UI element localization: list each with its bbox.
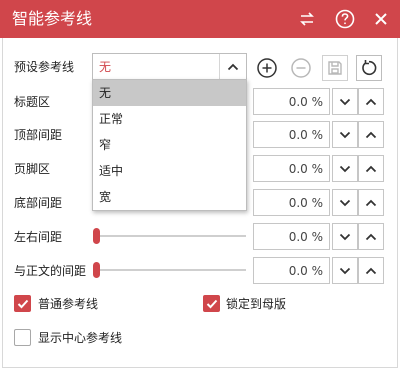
side-spacing-value: 0.0 % (288, 230, 323, 244)
reset-icon (362, 60, 377, 76)
chevron-up-icon (365, 98, 377, 105)
save-button[interactable] (322, 55, 348, 81)
body-spacing-increase-button[interactable] (358, 257, 384, 284)
normal-guides-checkbox[interactable] (14, 295, 31, 312)
normal-guides-label: 普通参考线 (38, 297, 99, 311)
row-label-title-area: 标题区 (14, 95, 51, 109)
bottom-spacing-increase-button[interactable] (358, 189, 384, 216)
remove-button[interactable] (288, 55, 314, 81)
save-icon (328, 61, 342, 75)
body-spacing-value: 0.0 % (288, 264, 323, 278)
body-spacing-input[interactable]: 0.0 % (253, 257, 330, 284)
body-spacing-slider-track[interactable] (96, 269, 246, 271)
chevron-up-icon (365, 165, 377, 172)
chevron-down-icon (339, 165, 351, 172)
title-bar: 智能参考线 (0, 0, 400, 38)
footer-area-value: 0.0 % (288, 162, 323, 176)
body-spacing-slider-thumb[interactable] (93, 262, 100, 278)
window-title: 智能参考线 (12, 9, 93, 28)
center-guides-label: 显示中心参考线 (38, 331, 123, 345)
checkmark-icon (17, 299, 28, 308)
add-icon (257, 58, 277, 78)
preset-option-narrow[interactable]: 窄 (93, 132, 246, 158)
side-spacing-slider-thumb[interactable] (93, 228, 100, 244)
bottom-spacing-input[interactable]: 0.0 % (253, 189, 330, 216)
title-area-value: 0.0 % (288, 95, 323, 109)
title-area-decrease-button[interactable] (332, 88, 358, 115)
top-spacing-value: 0.0 % (288, 128, 323, 142)
chevron-down-icon (339, 131, 351, 138)
bottom-spacing-value: 0.0 % (288, 196, 323, 210)
row-label-body-spacing: 与正文的间距 (14, 264, 87, 278)
preset-dropdown-list: 无 正常 窄 适中 宽 (92, 79, 247, 211)
bottom-spacing-decrease-button[interactable] (332, 189, 358, 216)
checkmark-icon (206, 299, 217, 308)
center-guides-checkbox[interactable] (14, 329, 31, 346)
side-spacing-slider-track[interactable] (96, 235, 246, 237)
chevron-down-icon (339, 199, 351, 206)
preset-value: 无 (99, 60, 112, 74)
side-spacing-increase-button[interactable] (358, 223, 384, 250)
preset-option-moderate[interactable]: 适中 (93, 158, 246, 184)
help-icon[interactable] (334, 8, 356, 30)
chevron-up-icon (365, 267, 377, 274)
row-label-top-spacing: 顶部间距 (14, 128, 63, 142)
row-label-bottom-spacing: 底部间距 (14, 196, 63, 210)
preset-label: 预设参考线 (14, 60, 75, 74)
title-area-increase-button[interactable] (358, 88, 384, 115)
chevron-down-icon (339, 98, 351, 105)
top-spacing-decrease-button[interactable] (332, 121, 358, 148)
footer-area-decrease-button[interactable] (332, 155, 358, 182)
footer-area-increase-button[interactable] (358, 155, 384, 182)
top-spacing-increase-button[interactable] (358, 121, 384, 148)
title-area-input[interactable]: 0.0 % (253, 88, 330, 115)
chevron-down-icon (339, 267, 351, 274)
side-spacing-input[interactable]: 0.0 % (253, 223, 330, 250)
row-label-footer-area: 页脚区 (14, 162, 51, 176)
side-spacing-decrease-button[interactable] (332, 223, 358, 250)
close-icon[interactable] (370, 8, 392, 30)
chevron-up-icon (365, 199, 377, 206)
row-label-side-spacing: 左右间距 (14, 230, 63, 244)
preset-option-normal[interactable]: 正常 (93, 106, 246, 132)
top-spacing-input[interactable]: 0.0 % (253, 121, 330, 148)
footer-area-input[interactable]: 0.0 % (253, 155, 330, 182)
chevron-down-icon (339, 233, 351, 240)
preset-select[interactable]: 无 (92, 53, 247, 80)
chevron-up-icon (365, 233, 377, 240)
swap-icon[interactable] (296, 8, 318, 30)
reset-button[interactable] (356, 55, 382, 81)
add-button[interactable] (254, 55, 280, 81)
preset-option-wide[interactable]: 宽 (93, 184, 246, 210)
remove-icon (291, 58, 311, 78)
body-spacing-decrease-button[interactable] (332, 257, 358, 284)
lock-to-master-label: 锁定到母版 (226, 297, 287, 311)
chevron-up-icon[interactable] (219, 54, 246, 79)
preset-option-none[interactable]: 无 (93, 80, 246, 106)
chevron-up-icon (365, 131, 377, 138)
lock-to-master-checkbox[interactable] (203, 295, 220, 312)
